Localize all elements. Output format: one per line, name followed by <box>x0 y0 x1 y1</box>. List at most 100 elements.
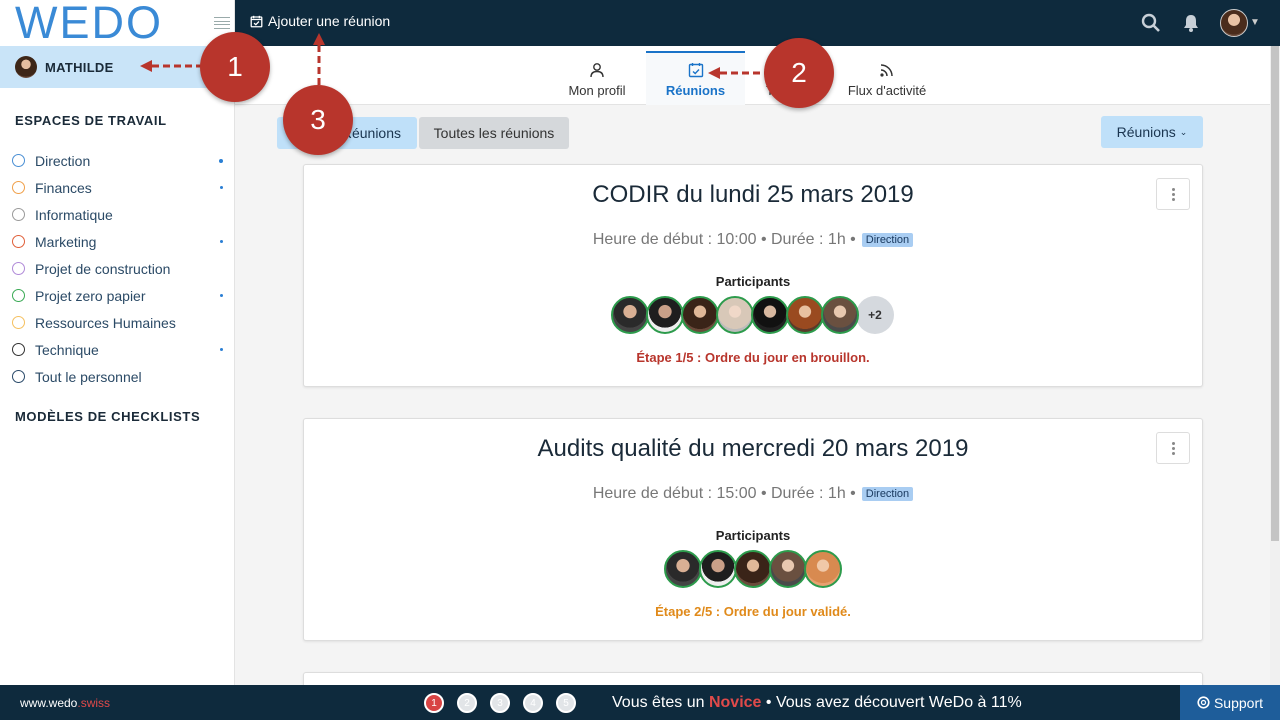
participants-list <box>304 550 1202 588</box>
scrollbar[interactable] <box>1270 46 1280 685</box>
sidebar-item-marketing[interactable]: Marketing <box>12 228 227 255</box>
workspace-list: Direction Finances Informatique Marketin… <box>12 147 227 390</box>
participant-avatar[interactable] <box>610 296 649 334</box>
tab-label: Mon profil <box>568 83 626 98</box>
callout-2: 2 <box>764 38 834 108</box>
main-content: Mon profil Réunions T Flux d'activité Ré… <box>235 46 1270 712</box>
step-1[interactable]: 1 <box>424 693 444 713</box>
sidebar-item-label: Projet de construction <box>35 260 171 277</box>
workspace-circle-icon <box>12 262 25 275</box>
checklists-heading[interactable]: MODÈLES DE CHECKLISTS <box>15 409 200 424</box>
sidebar-item-ressources-humaines[interactable]: Ressources Humaines <box>12 309 227 336</box>
participant-avatar[interactable] <box>715 296 754 334</box>
user-level: Novice <box>708 694 762 711</box>
more-options-icon[interactable] <box>1156 432 1190 464</box>
participant-avatar[interactable] <box>750 296 789 334</box>
app: WEDO Ajouter une réunion ▼ MATHILDE ESPA… <box>0 0 1280 720</box>
search-icon[interactable] <box>1141 13 1161 33</box>
sidebar-item-label: Ressources Humaines <box>35 314 176 331</box>
meetings-dropdown[interactable]: Réunions ⌄ <box>1101 116 1203 148</box>
support-button[interactable]: Support <box>1180 685 1280 720</box>
sidebar-item-informatique[interactable]: Informatique <box>12 201 227 228</box>
step-3[interactable]: 3 <box>490 693 510 713</box>
dropdown-label: Réunions <box>1116 124 1176 140</box>
participant-avatar[interactable] <box>769 550 807 588</box>
sidebar-item-label: Marketing <box>35 233 97 250</box>
meeting-title[interactable]: CODIR du lundi 25 mars 2019 <box>304 181 1202 209</box>
tab-label: Réunions <box>665 83 726 98</box>
participant-avatar[interactable] <box>820 296 859 334</box>
participant-avatar[interactable] <box>699 550 737 588</box>
lifebuoy-icon <box>1197 696 1210 709</box>
participant-avatar[interactable] <box>664 550 702 588</box>
meeting-status: Étape 1/5 : Ordre du jour en brouillon. <box>636 350 870 365</box>
workspace-circle-icon <box>12 154 25 167</box>
meeting-meta: Heure de début : 15:00 • Durée : 1h • Di… <box>304 485 1202 503</box>
tab-flux-activite[interactable]: Flux d'activité <box>843 51 931 105</box>
chevron-down-icon: ⌄ <box>1179 126 1188 137</box>
chevron-down-icon[interactable]: ▼ <box>1250 17 1260 28</box>
more-options-icon[interactable] <box>1156 178 1190 210</box>
participants-list: +2 <box>304 296 1202 334</box>
meeting-status: Étape 2/5 : Ordre du jour validé. <box>655 604 851 619</box>
workspaces-heading: ESPACES DE TRAVAIL <box>15 113 167 128</box>
user-name: MATHILDE <box>45 59 114 75</box>
sidebar-item-label: Informatique <box>35 206 113 223</box>
meeting-title[interactable]: Audits qualité du mercredi 20 mars 2019 <box>304 435 1202 463</box>
logo-area: WEDO <box>0 0 235 49</box>
arrow-1-icon <box>140 60 204 72</box>
all-meetings-button[interactable]: Toutes les réunions <box>419 117 569 149</box>
scrollbar-thumb[interactable] <box>1271 46 1279 541</box>
calendar-check-icon <box>688 63 703 78</box>
menu-icon[interactable] <box>214 17 230 29</box>
arrow-3-icon <box>313 33 325 89</box>
tab-mon-profil[interactable]: Mon profil <box>557 51 637 105</box>
participant-avatar[interactable] <box>680 296 719 334</box>
participant-avatar[interactable] <box>734 550 772 588</box>
site-link[interactable]: www.wedo.swiss <box>20 696 110 710</box>
sidebar-item-label: Direction <box>35 152 91 169</box>
progress-message: Vous êtes un Novice • Vous avez découver… <box>612 694 1022 712</box>
step-5[interactable]: 5 <box>556 693 576 713</box>
sidebar-item-tout-le-personnel[interactable]: Tout le personnel <box>12 363 227 390</box>
sidebar-item-label: Finances <box>35 179 92 196</box>
more-participants-badge[interactable]: +2 <box>856 296 894 334</box>
step-2[interactable]: 2 <box>457 693 477 713</box>
workspace-circle-icon <box>12 343 25 356</box>
meeting-meta: Heure de début : 10:00 • Durée : 1h • Di… <box>304 231 1202 249</box>
add-meeting-button[interactable]: Ajouter une réunion <box>250 13 390 29</box>
callout-1: 1 <box>200 32 270 102</box>
participant-avatar[interactable] <box>785 296 824 334</box>
arrow-2-icon <box>708 67 770 79</box>
sidebar-item-projet-construction[interactable]: Projet de construction <box>12 255 227 282</box>
unread-dot <box>220 186 223 189</box>
footer: www.wedo.swiss Vous êtes un Novice • Vou… <box>0 685 1280 720</box>
sidebar-item-direction[interactable]: Direction <box>12 147 227 174</box>
site-tld: .swiss <box>77 696 111 710</box>
progress-text-a: Vous êtes un <box>612 694 705 711</box>
unread-dot <box>219 158 223 163</box>
meeting-time-duration: Heure de début : 10:00 • Durée : 1h • <box>592 231 856 248</box>
workspace-circle-icon <box>12 181 25 194</box>
meeting-card[interactable]: CODIR du lundi 25 mars 2019 Heure de déb… <box>303 164 1203 387</box>
tab-label: Flux d'activité <box>847 83 927 98</box>
bell-icon[interactable] <box>1181 13 1201 33</box>
avatar <box>15 56 37 78</box>
workspace-tag: Direction <box>861 233 914 247</box>
participant-avatar[interactable] <box>804 550 842 588</box>
meeting-card[interactable]: Audits qualité du mercredi 20 mars 2019 … <box>303 418 1203 641</box>
wedo-logo[interactable]: WEDO <box>15 0 163 49</box>
sidebar-item-technique[interactable]: Technique <box>12 336 227 363</box>
sidebar-item-finances[interactable]: Finances <box>12 174 227 201</box>
sidebar-item-label: Technique <box>35 341 99 358</box>
sidebar: MATHILDE ESPACES DE TRAVAIL Direction Fi… <box>0 46 235 685</box>
sidebar-item-projet-zero-papier[interactable]: Projet zero papier <box>12 282 227 309</box>
user-avatar-menu[interactable] <box>1220 9 1248 37</box>
participant-avatar[interactable] <box>645 296 684 334</box>
calendar-check-icon <box>250 15 263 27</box>
workspace-circle-icon <box>12 208 25 221</box>
participants-label: Participants <box>715 274 791 289</box>
support-label: Support <box>1213 694 1264 711</box>
unread-dot <box>220 294 223 297</box>
step-4[interactable]: 4 <box>523 693 543 713</box>
